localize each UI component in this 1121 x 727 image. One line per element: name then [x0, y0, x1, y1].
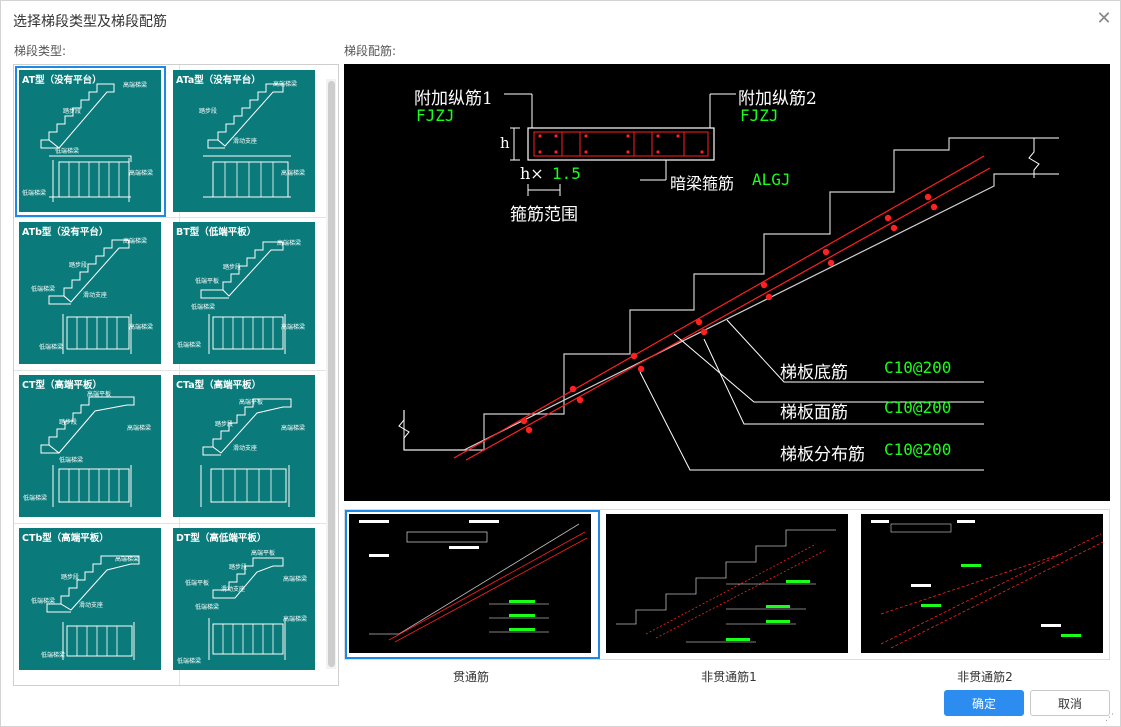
annotation-label: 踏步段: [215, 421, 234, 428]
rebar-option-thumbnail: [349, 514, 591, 653]
stair-type-label: 梯段类型:: [14, 44, 67, 58]
stair-type-cta[interactable]: CTa型（高端平板） 高端平板 踏步段 高端梯梁 滑动支座: [169, 371, 320, 522]
annotation-label: 踏步段: [223, 264, 242, 271]
stair-type-thumbnail: BT型（低端平板） 高端梯梁 踏步段 低端平板 低端梯梁 高端梯梁 低端梯梁: [173, 222, 315, 364]
rebar-option-caption: 贯通筋: [452, 670, 489, 684]
close-icon[interactable]: ✕: [1095, 10, 1113, 28]
rebar-option-caption: 非贯通筋2: [957, 670, 1013, 684]
stair-type-thumbnail: ATa型（没有平台） 高端梯梁 踏步段 滑动支座 高端梯梁: [173, 70, 315, 212]
annotation-label: 踏步段: [199, 108, 218, 115]
annotation-label: 低端梯梁: [22, 190, 47, 197]
annotation-label: 低端梯梁: [41, 652, 66, 659]
stair-type-ata[interactable]: ATa型（没有平台） 高端梯梁 踏步段 滑动支座 高端梯梁: [169, 66, 320, 217]
annotation-label: 低端梯梁: [191, 304, 216, 311]
annotation-label: 低端梯梁: [31, 598, 56, 605]
distribution-rebar-value: C10@200: [884, 440, 952, 459]
annotation-label: 高端梯梁: [281, 425, 306, 432]
annotation-label: 高端梯梁: [127, 425, 152, 432]
rebar-option-non-through-2[interactable]: [857, 510, 1110, 659]
rebar-label: 梯段配筋:: [344, 44, 397, 58]
h-times-label: h×: [520, 164, 544, 183]
h-label: h: [500, 134, 510, 152]
stair-type-thumbnail: CTa型（高端平板） 高端平板 踏步段 高端梯梁 滑动支座: [173, 375, 315, 517]
algj-label: 暗梁箍筋: [670, 174, 735, 193]
annotation-label: 高端梯梁: [129, 324, 154, 331]
distribution-rebar-label: 梯板分布筋: [780, 445, 865, 465]
rebar-option-caption: 非贯通筋1: [701, 670, 757, 684]
stair-type-list: AT型（没有平台） 高端梯梁 踏步段 低端梯梁 高端梯梁 低端梯梁 ATa型（没…: [13, 64, 339, 686]
rebar-option-list: [344, 509, 1110, 660]
annotation-label: 低端梯梁: [195, 604, 220, 611]
annotation-label: 低端梯梁: [23, 495, 48, 502]
dialog-title: 选择梯段类型及梯段配筋: [13, 14, 167, 30]
ok-button[interactable]: 确定: [944, 690, 1024, 716]
stair-type-ct[interactable]: CT型（高端平板） 高端平板 踏步段 高端梯梁 低端梯梁 低端梯梁: [15, 371, 166, 522]
rebar-option-thumbnail: [606, 514, 848, 653]
annotation-label: 高端平板: [239, 399, 264, 406]
rebar-diagram: [398, 93, 1059, 471]
annotation-label: 低端梯梁: [55, 148, 80, 155]
annotation-label: 踏步段: [69, 262, 88, 269]
stair-type-at[interactable]: AT型（没有平台） 高端梯梁 踏步段 低端梯梁 高端梯梁 低端梯梁: [15, 66, 166, 217]
stair-type-thumbnail: ATb型（没有平台） 高端梯梁 踏步段 低端梯梁 滑动支座 高端梯梁 低端梯梁: [19, 222, 161, 364]
stair-type-ctb[interactable]: CTb型（高端平板） 高端梯梁 踏步段 低端梯梁 滑动支座 低端梯梁: [15, 524, 166, 675]
annotation-label: 踏步段: [61, 574, 80, 581]
annotation-label: 低端梯梁: [177, 342, 202, 349]
annotation-label: 高端梯梁: [283, 576, 308, 583]
stair-type-thumbnail: CTb型（高端平板） 高端梯梁 踏步段 低端梯梁 滑动支座 低端梯梁: [19, 528, 161, 670]
annotation-label: 滑动支座: [233, 138, 258, 145]
fjzj2-code: FJZJ: [740, 106, 779, 125]
annotation-label: 高端梯梁: [281, 324, 306, 331]
stair-type-thumbnail: CT型（高端平板） 高端平板 踏步段 高端梯梁 低端梯梁 低端梯梁: [19, 375, 161, 517]
annotation-label: 滑动支座: [83, 292, 108, 299]
bottom-rebar-value: C10@200: [884, 358, 952, 377]
annotation-label: 低端梯梁: [31, 286, 56, 293]
annotation-label: 高端梯梁: [273, 81, 298, 88]
stair-type-thumbnail: DT型（高低端平板） 高端平板 踏步段 低端平板 高端梯梁 滑动支座 低端梯梁 …: [173, 528, 315, 670]
top-rebar-value: C10@200: [884, 398, 952, 417]
stair-type-atb[interactable]: ATb型（没有平台） 高端梯梁 踏步段 低端梯梁 滑动支座 高端梯梁 低端梯梁: [15, 218, 166, 369]
annotation-label: 低端梯梁: [39, 344, 64, 351]
annotation-label: 滑动支座: [79, 602, 104, 609]
scrollbar-thumb[interactable]: [328, 81, 335, 667]
annotation-label: 低端平板: [185, 580, 210, 587]
annotation-label: 低端梯梁: [177, 658, 202, 665]
bottom-rebar-label: 梯板底筋: [780, 363, 848, 383]
annotation-label: 高端梯梁: [123, 238, 148, 245]
annotation-label: 高端梯梁: [115, 556, 140, 563]
annotation-label: 高端梯梁: [283, 616, 308, 623]
stair-type-thumbnail: AT型（没有平台） 高端梯梁 踏步段 低端梯梁 高端梯梁 低端梯梁: [19, 70, 161, 212]
rebar-option-non-through-1[interactable]: [602, 510, 857, 659]
annotation-label: 滑动支座: [221, 586, 246, 593]
annotation-label: 高端梯梁: [129, 170, 154, 177]
annotation-label: 高端平板: [87, 391, 112, 398]
annotation-label: 踏步段: [229, 564, 248, 571]
stair-type-bt[interactable]: BT型（低端平板） 高端梯梁 踏步段 低端平板 低端梯梁 高端梯梁 低端梯梁: [169, 218, 320, 369]
rebar-option-through[interactable]: [345, 510, 600, 659]
annotation-label: 滑动支座: [233, 445, 258, 452]
cancel-button[interactable]: 取消: [1030, 690, 1110, 716]
rebar-preview: 附加纵筋1 FJZJ 附加纵筋2 FJZJ h h× 1.5 箍筋范围 暗梁箍筋…: [344, 64, 1110, 501]
annotation-label: 踏步段: [63, 108, 82, 115]
fjzj1-code: FJZJ: [416, 106, 455, 125]
resize-grip-icon[interactable]: ⋰: [1105, 713, 1115, 723]
stair-type-dt[interactable]: DT型（高低端平板） 高端平板 踏步段 低端平板 高端梯梁 滑动支座 低端梯梁 …: [169, 524, 320, 675]
rebar-option-thumbnail: [861, 514, 1103, 653]
annotation-label: 高端梯梁: [123, 82, 148, 89]
annotation-label: 低端梯梁: [59, 457, 84, 464]
annotation-label: 高端梯梁: [277, 240, 302, 247]
algj-code: ALGJ: [752, 170, 791, 189]
factor-value: 1.5: [552, 164, 581, 183]
rebar-selection-dialog: 选择梯段类型及梯段配筋 ✕ 梯段类型: 梯段配筋: AT型（没有平台） 高端梯梁: [0, 0, 1121, 727]
annotation-label: 低端平板: [195, 278, 220, 285]
stirrup-range-label: 箍筋范围: [510, 205, 578, 225]
top-rebar-label: 梯板面筋: [780, 403, 848, 423]
annotation-label: 高端平板: [251, 550, 276, 557]
stair-type-diagram: [208, 557, 286, 660]
annotation-label: 踏步段: [59, 419, 78, 426]
annotation-label: 高端梯梁: [281, 170, 306, 177]
